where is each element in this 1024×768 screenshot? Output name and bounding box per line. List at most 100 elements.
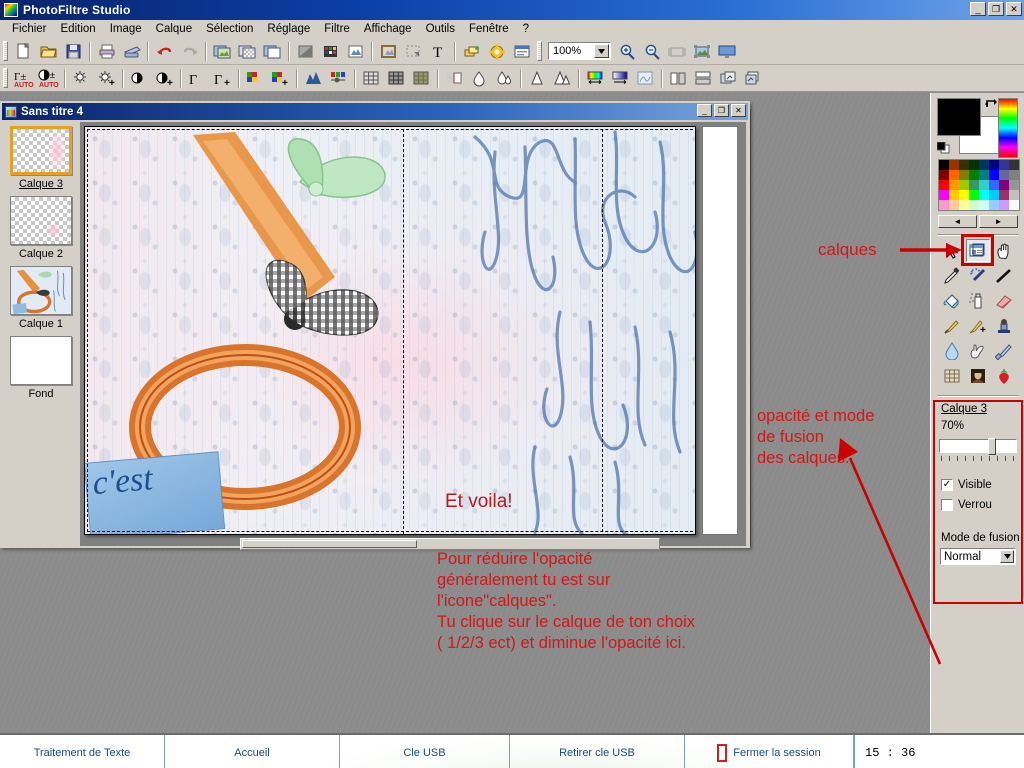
color-swatch[interactable] — [959, 180, 969, 190]
color-swatch[interactable] — [999, 160, 1009, 170]
color-swatch[interactable] — [979, 160, 989, 170]
menu-item-s-lection[interactable]: Sélection — [199, 22, 260, 36]
fit-image-icon[interactable] — [690, 40, 713, 62]
opacity-slider-handle[interactable] — [988, 438, 996, 455]
color-swatch[interactable] — [949, 200, 959, 210]
strawberry-stamp-icon[interactable] — [991, 363, 1017, 388]
layer-thumbnail[interactable] — [10, 336, 72, 385]
color-swatch[interactable] — [959, 170, 969, 180]
new-file-icon[interactable] — [12, 40, 35, 62]
menu-item-fichier[interactable]: Fichier — [5, 22, 54, 36]
transparency-icon[interactable] — [344, 40, 367, 62]
duplicate-image-icon[interactable] — [261, 40, 284, 62]
spray-can-icon[interactable] — [965, 288, 991, 313]
paste-image-icon[interactable] — [236, 40, 259, 62]
portrait-retouch-icon[interactable] — [965, 363, 991, 388]
grayscale-icon[interactable] — [294, 40, 317, 62]
swap-colors-icon[interactable] — [985, 98, 999, 110]
color-swatch[interactable] — [969, 160, 979, 170]
document-restore-button[interactable]: ❐ — [714, 104, 729, 117]
gamma-plus-icon[interactable]: Γ + — [211, 67, 234, 89]
layers-thumbnail-panel[interactable]: Calque 3 Calque 2 Calque 1 Fond — [4, 122, 78, 546]
color-swatch[interactable] — [949, 190, 959, 200]
menu-item-edition[interactable]: Edition — [54, 22, 103, 36]
auto-levels-icon[interactable]: Γ± AUTO — [12, 67, 35, 89]
layer-item[interactable]: Fond — [4, 336, 78, 402]
linear-gradient-icon[interactable] — [609, 67, 632, 89]
line-tool-icon[interactable] — [991, 263, 1017, 288]
brightness-plus-icon[interactable]: + — [95, 67, 118, 89]
color-swatch[interactable] — [979, 190, 989, 200]
document-close-button[interactable]: ✕ — [731, 104, 746, 117]
toolbar-grip[interactable] — [3, 41, 8, 61]
brightness-minus-icon[interactable]: _ — [70, 67, 93, 89]
crop-icon[interactable] — [402, 40, 425, 62]
color-swatch[interactable] — [969, 190, 979, 200]
menu-item-[interactable]: ? — [516, 22, 536, 36]
toolbar-grip[interactable] — [537, 41, 542, 61]
color-swatch[interactable] — [989, 200, 999, 210]
color-swatch[interactable] — [969, 170, 979, 180]
taskbar-item[interactable]: Retirer cle USB — [510, 735, 685, 768]
rotate-left-icon[interactable] — [717, 67, 740, 89]
color-swatch[interactable] — [1009, 170, 1019, 180]
taskbar-item[interactable]: Accueil — [165, 735, 340, 768]
color-swatch[interactable] — [979, 170, 989, 180]
foreground-color-swatch[interactable] — [937, 98, 981, 136]
layer-item[interactable]: Calque 1 — [4, 266, 78, 332]
text-tool-icon[interactable]: T — [427, 40, 450, 62]
paint-bucket-icon[interactable] — [939, 288, 965, 313]
color-swatch[interactable] — [949, 170, 959, 180]
color-swatch[interactable] — [949, 180, 959, 190]
open-folder-icon[interactable] — [37, 40, 60, 62]
visible-checkbox[interactable]: ✓ — [941, 479, 953, 491]
color-swatch[interactable] — [969, 200, 979, 210]
color-swatch[interactable] — [959, 160, 969, 170]
image-canvas[interactable]: c'est Et voila! — [84, 126, 696, 535]
sharpen-more-icon[interactable] — [551, 67, 574, 89]
blur-icon[interactable] — [468, 67, 491, 89]
color-spectrum-bar[interactable] — [998, 98, 1018, 158]
layer-thumbnail[interactable] — [10, 126, 72, 175]
paintbrush-icon[interactable] — [939, 313, 965, 338]
color-swatch[interactable] — [999, 180, 1009, 190]
color-swatch[interactable] — [1009, 200, 1019, 210]
color-swatch[interactable] — [989, 170, 999, 180]
visible-checkbox-row[interactable]: ✓ Visible — [941, 479, 992, 491]
auto-contrast-icon[interactable]: ± AUTO — [37, 67, 60, 89]
restore-button[interactable]: ❐ — [988, 2, 1004, 16]
taskbar-items[interactable]: Traitement de Texte Accueil Cle USB Retirer… — [0, 735, 854, 768]
contrast-minus-icon[interactable]: _ — [128, 67, 151, 89]
close-button[interactable]: ✕ — [1006, 2, 1022, 16]
magic-wand-icon[interactable] — [965, 263, 991, 288]
document-minimize-button[interactable]: _ — [697, 104, 712, 117]
color-swatch[interactable] — [989, 160, 999, 170]
color-swatch[interactable] — [939, 200, 949, 210]
canvas-area[interactable]: c'est Et voila! — [80, 122, 746, 546]
sharpen-icon[interactable] — [526, 67, 549, 89]
undo-icon[interactable] — [153, 40, 176, 62]
frame-icon[interactable] — [377, 40, 400, 62]
toolbar-grip[interactable] — [3, 68, 8, 88]
tools-grid[interactable]: + — [939, 238, 1017, 388]
swatch-next-button[interactable]: ► — [979, 215, 1018, 228]
color-swatch[interactable] — [959, 190, 969, 200]
clone-stamp-icon[interactable] — [991, 313, 1017, 338]
color-swatch[interactable] — [989, 180, 999, 190]
color-swatch[interactable] — [999, 170, 1009, 180]
contrast-plus-icon[interactable]: + — [153, 67, 176, 89]
menu-item-fen-tre[interactable]: Fenêtre — [462, 22, 516, 36]
swatch-prev-button[interactable]: ◄ — [938, 215, 977, 228]
menu-item-outils[interactable]: Outils — [419, 22, 462, 36]
chevron-down-icon[interactable] — [594, 44, 609, 58]
document-window[interactable]: Sans titre 4 _ ❐ ✕ Calque 3 Calque 2 Calqu… — [0, 101, 750, 548]
zoom-out-icon[interactable] — [640, 40, 663, 62]
histogram-icon[interactable] — [302, 67, 325, 89]
grid2-icon[interactable] — [385, 67, 408, 89]
taskbar-item[interactable]: Cle USB — [340, 735, 510, 768]
color-swatch[interactable] — [979, 180, 989, 190]
zoom-level-select[interactable]: 100% — [548, 42, 611, 60]
taskbar-item[interactable]: Traitement de Texte — [0, 735, 165, 768]
color-swatch[interactable] — [999, 190, 1009, 200]
color-swatch[interactable] — [1009, 160, 1019, 170]
